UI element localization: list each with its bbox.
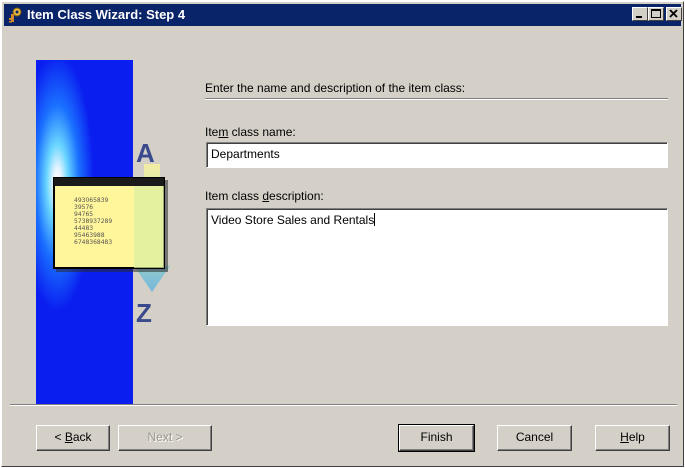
letter-z: Z: [136, 298, 152, 328]
header-divider: [205, 98, 668, 100]
maximize-icon: [651, 9, 661, 18]
card-number: 493065839: [74, 197, 109, 204]
letter-a: A: [136, 138, 155, 168]
next-button[interactable]: Next >: [118, 425, 212, 451]
item-class-description-textarea[interactable]: Video Store Sales and Rentals: [206, 208, 668, 326]
window-title: Item Class Wizard: Step 4: [27, 7, 186, 22]
card-number: 94765: [74, 211, 93, 218]
maximize-button[interactable]: [648, 7, 664, 21]
minimize-button[interactable]: [632, 7, 648, 21]
card-number: 5738937289: [74, 218, 112, 225]
wizard-illustration: 493065839 39576 94765 5738937289 44483 9…: [36, 60, 182, 404]
finish-button[interactable]: Finish: [398, 424, 475, 452]
item-class-name-value: Departments: [211, 147, 280, 161]
item-class-description-value: Video Store Sales and Rentals: [211, 213, 375, 227]
card-number: 95463988: [74, 232, 105, 239]
cancel-button[interactable]: Cancel: [497, 425, 572, 451]
card-number: 6748368483: [74, 239, 112, 246]
close-icon: [669, 9, 678, 18]
item-class-name-label: Item class name:: [205, 125, 296, 139]
item-class-name-input[interactable]: Departments: [206, 142, 668, 168]
back-button[interactable]: < Back: [36, 425, 110, 451]
title-bar[interactable]: Item Class Wizard: Step 4: [4, 4, 682, 26]
close-button[interactable]: [666, 7, 682, 21]
help-button[interactable]: Help: [595, 425, 670, 451]
minimize-icon: [636, 16, 642, 18]
card-number: 44483: [74, 225, 93, 232]
wizard-dialog: Item Class Wizard: Step 4 493065839 3957…: [1, 1, 684, 467]
text-caret: [374, 213, 376, 226]
item-class-description-label: Item class description:: [205, 189, 324, 203]
instruction-text: Enter the name and description of the it…: [205, 81, 466, 95]
wizard-key-icon: [8, 7, 24, 23]
card-number: 39576: [74, 204, 93, 211]
footer-divider: [10, 404, 677, 406]
